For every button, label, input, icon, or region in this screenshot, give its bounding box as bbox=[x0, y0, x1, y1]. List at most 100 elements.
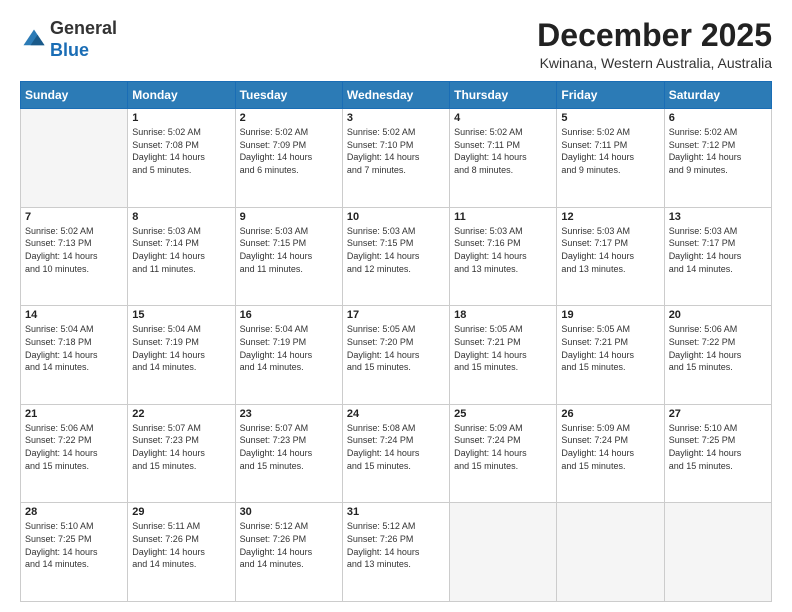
day-info: Sunrise: 5:03 AM Sunset: 7:16 PM Dayligh… bbox=[454, 225, 552, 275]
day-number: 14 bbox=[25, 309, 123, 321]
calendar-day-1: 1 Sunrise: 5:02 AM Sunset: 7:08 PM Daylig… bbox=[128, 109, 235, 208]
calendar-day-19: 19 Sunrise: 5:05 AM Sunset: 7:21 PM Dayli… bbox=[557, 306, 664, 405]
day-info: Sunrise: 5:04 AM Sunset: 7:19 PM Dayligh… bbox=[132, 323, 230, 373]
day-info: Sunrise: 5:02 AM Sunset: 7:09 PM Dayligh… bbox=[240, 126, 338, 176]
day-info: Sunrise: 5:03 AM Sunset: 7:14 PM Dayligh… bbox=[132, 225, 230, 275]
day-info: Sunrise: 5:09 AM Sunset: 7:24 PM Dayligh… bbox=[561, 422, 659, 472]
day-number: 23 bbox=[240, 408, 338, 420]
calendar-day-27: 27 Sunrise: 5:10 AM Sunset: 7:25 PM Dayli… bbox=[664, 404, 771, 503]
day-info: Sunrise: 5:05 AM Sunset: 7:20 PM Dayligh… bbox=[347, 323, 445, 373]
day-info: Sunrise: 5:12 AM Sunset: 7:26 PM Dayligh… bbox=[240, 520, 338, 570]
day-number: 17 bbox=[347, 309, 445, 321]
title-block: December 2025 Kwinana, Western Australia… bbox=[537, 18, 772, 71]
header: General Blue December 2025 Kwinana, West… bbox=[20, 18, 772, 71]
day-number: 24 bbox=[347, 408, 445, 420]
calendar-week-3: 21 Sunrise: 5:06 AM Sunset: 7:22 PM Dayli… bbox=[21, 404, 772, 503]
calendar-day-23: 23 Sunrise: 5:07 AM Sunset: 7:23 PM Dayli… bbox=[235, 404, 342, 503]
calendar-week-2: 14 Sunrise: 5:04 AM Sunset: 7:18 PM Dayli… bbox=[21, 306, 772, 405]
calendar-day-2: 2Sunrise: 5:02 AM Sunset: 7:09 PM Daylig… bbox=[235, 109, 342, 208]
day-number: 31 bbox=[347, 506, 445, 518]
calendar-day-12: 12 Sunrise: 5:03 AM Sunset: 7:17 PM Dayli… bbox=[557, 207, 664, 306]
day-number: 8 bbox=[132, 211, 230, 223]
day-number: 11 bbox=[454, 211, 552, 223]
day-info: Sunrise: 5:02 AM Sunset: 7:13 PM Dayligh… bbox=[25, 225, 123, 275]
day-number: 4 bbox=[454, 112, 552, 124]
calendar-day-11: 11 Sunrise: 5:03 AM Sunset: 7:16 PM Dayli… bbox=[450, 207, 557, 306]
calendar-day-30: 30Sunrise: 5:12 AM Sunset: 7:26 PM Dayli… bbox=[235, 503, 342, 602]
calendar-day-7: 7 Sunrise: 5:02 AM Sunset: 7:13 PM Daylig… bbox=[21, 207, 128, 306]
day-info: Sunrise: 5:04 AM Sunset: 7:19 PM Dayligh… bbox=[240, 323, 338, 373]
calendar-day-6: 6 Sunrise: 5:02 AM Sunset: 7:12 PM Daylig… bbox=[664, 109, 771, 208]
day-number: 3 bbox=[347, 112, 445, 124]
col-header-saturday: Saturday bbox=[664, 82, 771, 109]
day-number: 10 bbox=[347, 211, 445, 223]
day-info: Sunrise: 5:12 AM Sunset: 7:26 PM Dayligh… bbox=[347, 520, 445, 570]
day-info: Sunrise: 5:03 AM Sunset: 7:15 PM Dayligh… bbox=[347, 225, 445, 275]
calendar-header-row: SundayMondayTuesdayWednesdayThursdayFrid… bbox=[21, 82, 772, 109]
calendar-day-3: 3Sunrise: 5:02 AM Sunset: 7:10 PM Daylig… bbox=[342, 109, 449, 208]
day-number: 12 bbox=[561, 211, 659, 223]
day-info: Sunrise: 5:03 AM Sunset: 7:17 PM Dayligh… bbox=[561, 225, 659, 275]
day-info: Sunrise: 5:02 AM Sunset: 7:08 PM Dayligh… bbox=[132, 126, 230, 176]
location: Kwinana, Western Australia, Australia bbox=[537, 55, 772, 71]
day-info: Sunrise: 5:02 AM Sunset: 7:11 PM Dayligh… bbox=[561, 126, 659, 176]
day-number: 6 bbox=[669, 112, 767, 124]
day-number: 28 bbox=[25, 506, 123, 518]
day-info: Sunrise: 5:03 AM Sunset: 7:15 PM Dayligh… bbox=[240, 225, 338, 275]
logo: General Blue bbox=[20, 18, 117, 61]
col-header-tuesday: Tuesday bbox=[235, 82, 342, 109]
calendar-empty bbox=[557, 503, 664, 602]
day-number: 26 bbox=[561, 408, 659, 420]
calendar-day-22: 22 Sunrise: 5:07 AM Sunset: 7:23 PM Dayli… bbox=[128, 404, 235, 503]
day-number: 27 bbox=[669, 408, 767, 420]
calendar-day-26: 26 Sunrise: 5:09 AM Sunset: 7:24 PM Dayli… bbox=[557, 404, 664, 503]
day-number: 19 bbox=[561, 309, 659, 321]
page: General Blue December 2025 Kwinana, West… bbox=[0, 0, 792, 612]
calendar-empty bbox=[21, 109, 128, 208]
day-info: Sunrise: 5:03 AM Sunset: 7:17 PM Dayligh… bbox=[669, 225, 767, 275]
calendar-empty bbox=[450, 503, 557, 602]
day-info: Sunrise: 5:06 AM Sunset: 7:22 PM Dayligh… bbox=[25, 422, 123, 472]
day-info: Sunrise: 5:07 AM Sunset: 7:23 PM Dayligh… bbox=[132, 422, 230, 472]
day-number: 7 bbox=[25, 211, 123, 223]
day-number: 18 bbox=[454, 309, 552, 321]
calendar-day-14: 14 Sunrise: 5:04 AM Sunset: 7:18 PM Dayli… bbox=[21, 306, 128, 405]
calendar-day-25: 25Sunrise: 5:09 AM Sunset: 7:24 PM Dayli… bbox=[450, 404, 557, 503]
calendar-day-24: 24Sunrise: 5:08 AM Sunset: 7:24 PM Dayli… bbox=[342, 404, 449, 503]
day-info: Sunrise: 5:02 AM Sunset: 7:12 PM Dayligh… bbox=[669, 126, 767, 176]
calendar-week-4: 28 Sunrise: 5:10 AM Sunset: 7:25 PM Dayli… bbox=[21, 503, 772, 602]
day-number: 22 bbox=[132, 408, 230, 420]
month-title: December 2025 bbox=[537, 18, 772, 53]
col-header-thursday: Thursday bbox=[450, 82, 557, 109]
calendar-day-13: 13 Sunrise: 5:03 AM Sunset: 7:17 PM Dayli… bbox=[664, 207, 771, 306]
col-header-monday: Monday bbox=[128, 82, 235, 109]
day-number: 21 bbox=[25, 408, 123, 420]
calendar-day-31: 31 Sunrise: 5:12 AM Sunset: 7:26 PM Dayli… bbox=[342, 503, 449, 602]
day-info: Sunrise: 5:10 AM Sunset: 7:25 PM Dayligh… bbox=[25, 520, 123, 570]
calendar-day-21: 21 Sunrise: 5:06 AM Sunset: 7:22 PM Dayli… bbox=[21, 404, 128, 503]
day-info: Sunrise: 5:04 AM Sunset: 7:18 PM Dayligh… bbox=[25, 323, 123, 373]
day-info: Sunrise: 5:09 AM Sunset: 7:24 PM Dayligh… bbox=[454, 422, 552, 472]
calendar-day-8: 8 Sunrise: 5:03 AM Sunset: 7:14 PM Daylig… bbox=[128, 207, 235, 306]
day-info: Sunrise: 5:05 AM Sunset: 7:21 PM Dayligh… bbox=[561, 323, 659, 373]
calendar-day-9: 9Sunrise: 5:03 AM Sunset: 7:15 PM Daylig… bbox=[235, 207, 342, 306]
calendar-day-20: 20 Sunrise: 5:06 AM Sunset: 7:22 PM Dayli… bbox=[664, 306, 771, 405]
col-header-friday: Friday bbox=[557, 82, 664, 109]
calendar-empty bbox=[664, 503, 771, 602]
day-number: 13 bbox=[669, 211, 767, 223]
logo-blue-text: Blue bbox=[50, 40, 89, 60]
day-info: Sunrise: 5:06 AM Sunset: 7:22 PM Dayligh… bbox=[669, 323, 767, 373]
calendar-day-5: 5Sunrise: 5:02 AM Sunset: 7:11 PM Daylig… bbox=[557, 109, 664, 208]
calendar-week-1: 7 Sunrise: 5:02 AM Sunset: 7:13 PM Daylig… bbox=[21, 207, 772, 306]
logo-general-text: General bbox=[50, 18, 117, 38]
day-info: Sunrise: 5:05 AM Sunset: 7:21 PM Dayligh… bbox=[454, 323, 552, 373]
calendar-table: SundayMondayTuesdayWednesdayThursdayFrid… bbox=[20, 81, 772, 602]
day-number: 20 bbox=[669, 309, 767, 321]
day-info: Sunrise: 5:10 AM Sunset: 7:25 PM Dayligh… bbox=[669, 422, 767, 472]
calendar-day-4: 4Sunrise: 5:02 AM Sunset: 7:11 PM Daylig… bbox=[450, 109, 557, 208]
calendar-day-17: 17 Sunrise: 5:05 AM Sunset: 7:20 PM Dayli… bbox=[342, 306, 449, 405]
calendar-day-29: 29Sunrise: 5:11 AM Sunset: 7:26 PM Dayli… bbox=[128, 503, 235, 602]
day-number: 1 bbox=[132, 112, 230, 124]
day-info: Sunrise: 5:07 AM Sunset: 7:23 PM Dayligh… bbox=[240, 422, 338, 472]
calendar-day-16: 16Sunrise: 5:04 AM Sunset: 7:19 PM Dayli… bbox=[235, 306, 342, 405]
